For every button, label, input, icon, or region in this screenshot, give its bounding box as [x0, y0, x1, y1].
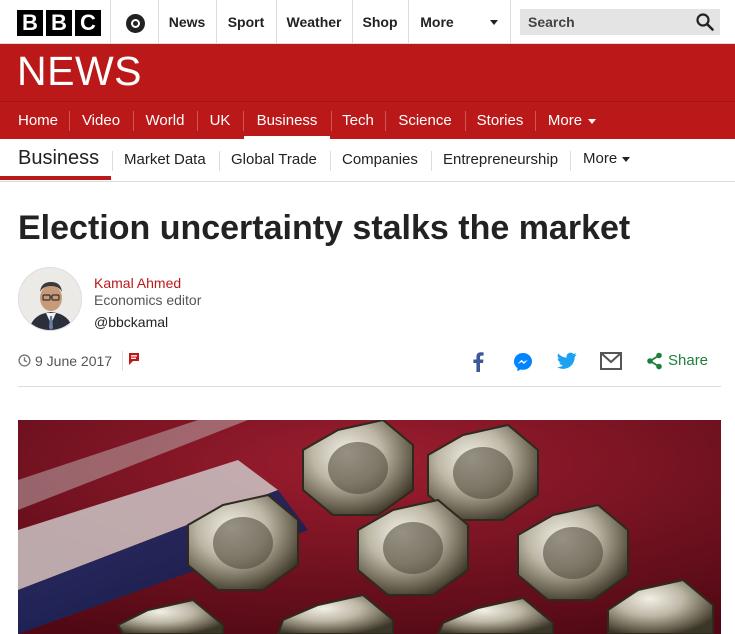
nav-item-stories[interactable]: Stories	[466, 102, 534, 140]
comment-icon[interactable]	[128, 352, 140, 366]
author-avatar	[18, 267, 82, 331]
section-nav: Home Video World UK Business Tech Scienc…	[0, 101, 735, 140]
divider	[431, 151, 432, 171]
search-icon[interactable]	[696, 13, 714, 31]
author-handle[interactable]: @bbckamal	[94, 314, 168, 330]
search-input[interactable]: Search	[520, 9, 720, 35]
nav-item-home[interactable]: Home	[8, 102, 68, 140]
divider	[219, 151, 220, 171]
author-name[interactable]: Kamal Ahmed	[94, 275, 181, 291]
subnav-item-companies[interactable]: Companies	[342, 151, 418, 168]
divider	[510, 0, 511, 44]
author-role: Economics editor	[94, 292, 202, 308]
divider	[330, 151, 331, 171]
chevron-down-icon	[588, 118, 597, 124]
subnav-item-more[interactable]: More	[583, 150, 631, 167]
nav-item-video[interactable]: Video	[70, 102, 132, 140]
top-nav-shop[interactable]: Shop	[352, 0, 408, 44]
hero-image	[18, 420, 721, 634]
logo-letter: C	[75, 10, 101, 36]
nav-item-more-label: More	[547, 112, 583, 129]
logo-letter: B	[46, 10, 72, 36]
bbc-logo[interactable]: B B C	[17, 10, 101, 36]
divider	[110, 0, 111, 44]
active-indicator	[0, 176, 111, 180]
top-nav-more[interactable]: More	[408, 0, 466, 44]
logo-letter: B	[17, 10, 43, 36]
news-banner: NEWS	[0, 44, 735, 101]
nav-item-tech[interactable]: Tech	[332, 102, 384, 140]
share-label[interactable]: Share	[668, 352, 708, 369]
subnav-title[interactable]: Business	[18, 147, 99, 170]
nav-item-uk[interactable]: UK	[198, 102, 242, 140]
top-bar: B B C News Sport Weather Shop More Searc…	[0, 0, 735, 44]
messenger-icon[interactable]	[513, 352, 533, 372]
subnav-item-entrepreneurship[interactable]: Entrepreneurship	[443, 151, 558, 168]
divider	[570, 151, 571, 171]
top-nav-sport[interactable]: Sport	[216, 0, 276, 44]
subnav-item-global-trade[interactable]: Global Trade	[231, 151, 317, 168]
facebook-icon[interactable]	[472, 352, 484, 372]
share-icon[interactable]	[646, 352, 663, 370]
business-subnav: Business Market Data Global Trade Compan…	[0, 139, 735, 182]
article-headline: Election uncertainty stalks the market	[18, 209, 631, 247]
chevron-down-icon[interactable]	[490, 20, 498, 25]
top-nav-weather[interactable]: Weather	[276, 0, 352, 44]
article-meta: 9 June 2017 Share	[18, 351, 721, 387]
account-icon[interactable]	[126, 14, 145, 33]
twitter-icon[interactable]	[557, 352, 577, 370]
nav-item-science[interactable]: Science	[386, 102, 464, 140]
nav-item-business[interactable]: Business	[244, 102, 330, 140]
divider	[122, 351, 123, 371]
clock-icon	[18, 354, 31, 367]
email-icon[interactable]	[600, 352, 622, 370]
divider	[112, 151, 113, 171]
subnav-more-label: More	[583, 150, 618, 167]
chevron-down-icon	[622, 156, 631, 162]
news-wordmark[interactable]: NEWS	[17, 48, 142, 95]
nav-item-world[interactable]: World	[134, 102, 196, 140]
nav-item-more[interactable]: More	[536, 102, 608, 140]
subnav-item-market-data[interactable]: Market Data	[124, 151, 206, 168]
search-placeholder: Search	[528, 14, 575, 30]
publish-date: 9 June 2017	[35, 353, 113, 369]
top-nav-news[interactable]: News	[158, 0, 216, 44]
